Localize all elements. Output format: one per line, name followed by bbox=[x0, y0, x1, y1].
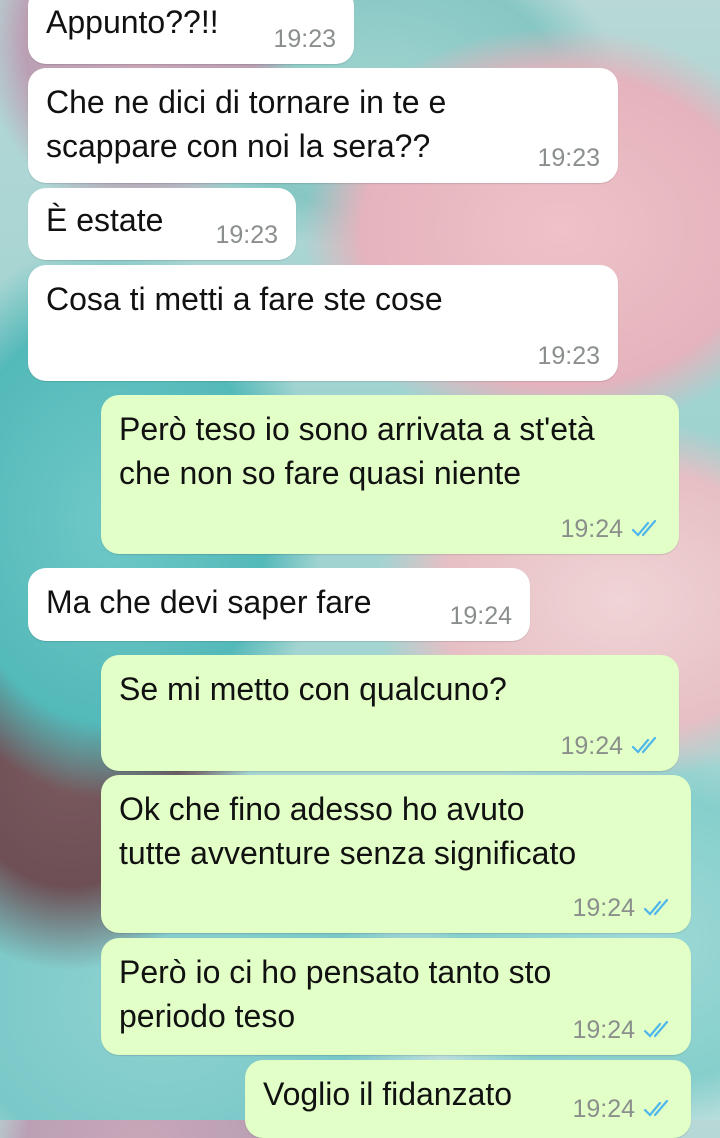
message-meta: 19:24 bbox=[449, 601, 512, 631]
message-text: Cosa ti metti a fare ste cose bbox=[46, 281, 443, 317]
outgoing-message[interactable]: Ok che fino adesso ho avuto tutte avvent… bbox=[101, 775, 691, 933]
message-meta: 19:24 bbox=[572, 893, 673, 923]
message-text: Però io ci ho pensato tanto sto periodo … bbox=[119, 954, 552, 1034]
outgoing-message[interactable]: Però teso io sono arrivata a st'età che … bbox=[101, 395, 679, 554]
message-meta: 19:23 bbox=[537, 143, 600, 173]
message-meta: 19:24 bbox=[560, 514, 661, 544]
message-time: 19:23 bbox=[215, 221, 278, 249]
message-time: 19:23 bbox=[537, 144, 600, 172]
message-text: Ma che devi saper fare bbox=[46, 584, 372, 620]
message-time: 19:23 bbox=[273, 25, 336, 53]
message-text: Appunto??!! bbox=[46, 4, 219, 40]
message-meta: 19:24 bbox=[560, 731, 661, 761]
message-meta: 19:23 bbox=[537, 341, 600, 371]
message-text: Ok che fino adesso ho avuto tutte avvent… bbox=[119, 791, 577, 871]
incoming-message[interactable]: Ma che devi saper fare 19:24 bbox=[28, 568, 530, 641]
message-list[interactable]: Appunto??!! 19:23 Che ne dici di tornare… bbox=[0, 0, 720, 1138]
message-text: È estate bbox=[46, 202, 164, 238]
message-text: Voglio il fidanzato bbox=[263, 1076, 513, 1112]
message-time: 19:24 bbox=[560, 732, 623, 760]
message-time: 19:24 bbox=[560, 515, 623, 543]
message-time: 19:24 bbox=[572, 1016, 635, 1044]
double-check-read-icon bbox=[631, 519, 657, 537]
message-text: Però teso io sono arrivata a st'età che … bbox=[119, 411, 595, 491]
message-meta: 19:24 bbox=[572, 1015, 673, 1045]
double-check-read-icon bbox=[643, 898, 669, 916]
message-time: 19:24 bbox=[572, 894, 635, 922]
message-meta: 19:23 bbox=[215, 220, 278, 250]
message-meta: 19:23 bbox=[273, 24, 336, 54]
double-check-read-icon bbox=[631, 736, 657, 754]
double-check-read-icon bbox=[643, 1099, 669, 1117]
message-time: 19:24 bbox=[449, 602, 512, 630]
outgoing-message[interactable]: Se mi metto con qualcuno? 19:24 bbox=[101, 655, 679, 771]
message-text: Che ne dici di tornare in te e scappare … bbox=[46, 84, 447, 164]
outgoing-message[interactable]: Voglio il fidanzato 19:24 bbox=[245, 1060, 691, 1138]
outgoing-message[interactable]: Però io ci ho pensato tanto sto periodo … bbox=[101, 938, 691, 1055]
incoming-message[interactable]: Cosa ti metti a fare ste cose 19:23 bbox=[28, 265, 618, 381]
incoming-message[interactable]: È estate 19:23 bbox=[28, 188, 296, 260]
double-check-read-icon bbox=[643, 1020, 669, 1038]
message-time: 19:23 bbox=[537, 342, 600, 370]
incoming-message[interactable]: Appunto??!! 19:23 bbox=[28, 0, 354, 64]
incoming-message[interactable]: Che ne dici di tornare in te e scappare … bbox=[28, 68, 618, 183]
message-text: Se mi metto con qualcuno? bbox=[119, 671, 507, 707]
chat-screen: { "messages": [ { "direction": "in", "te… bbox=[0, 0, 720, 1138]
